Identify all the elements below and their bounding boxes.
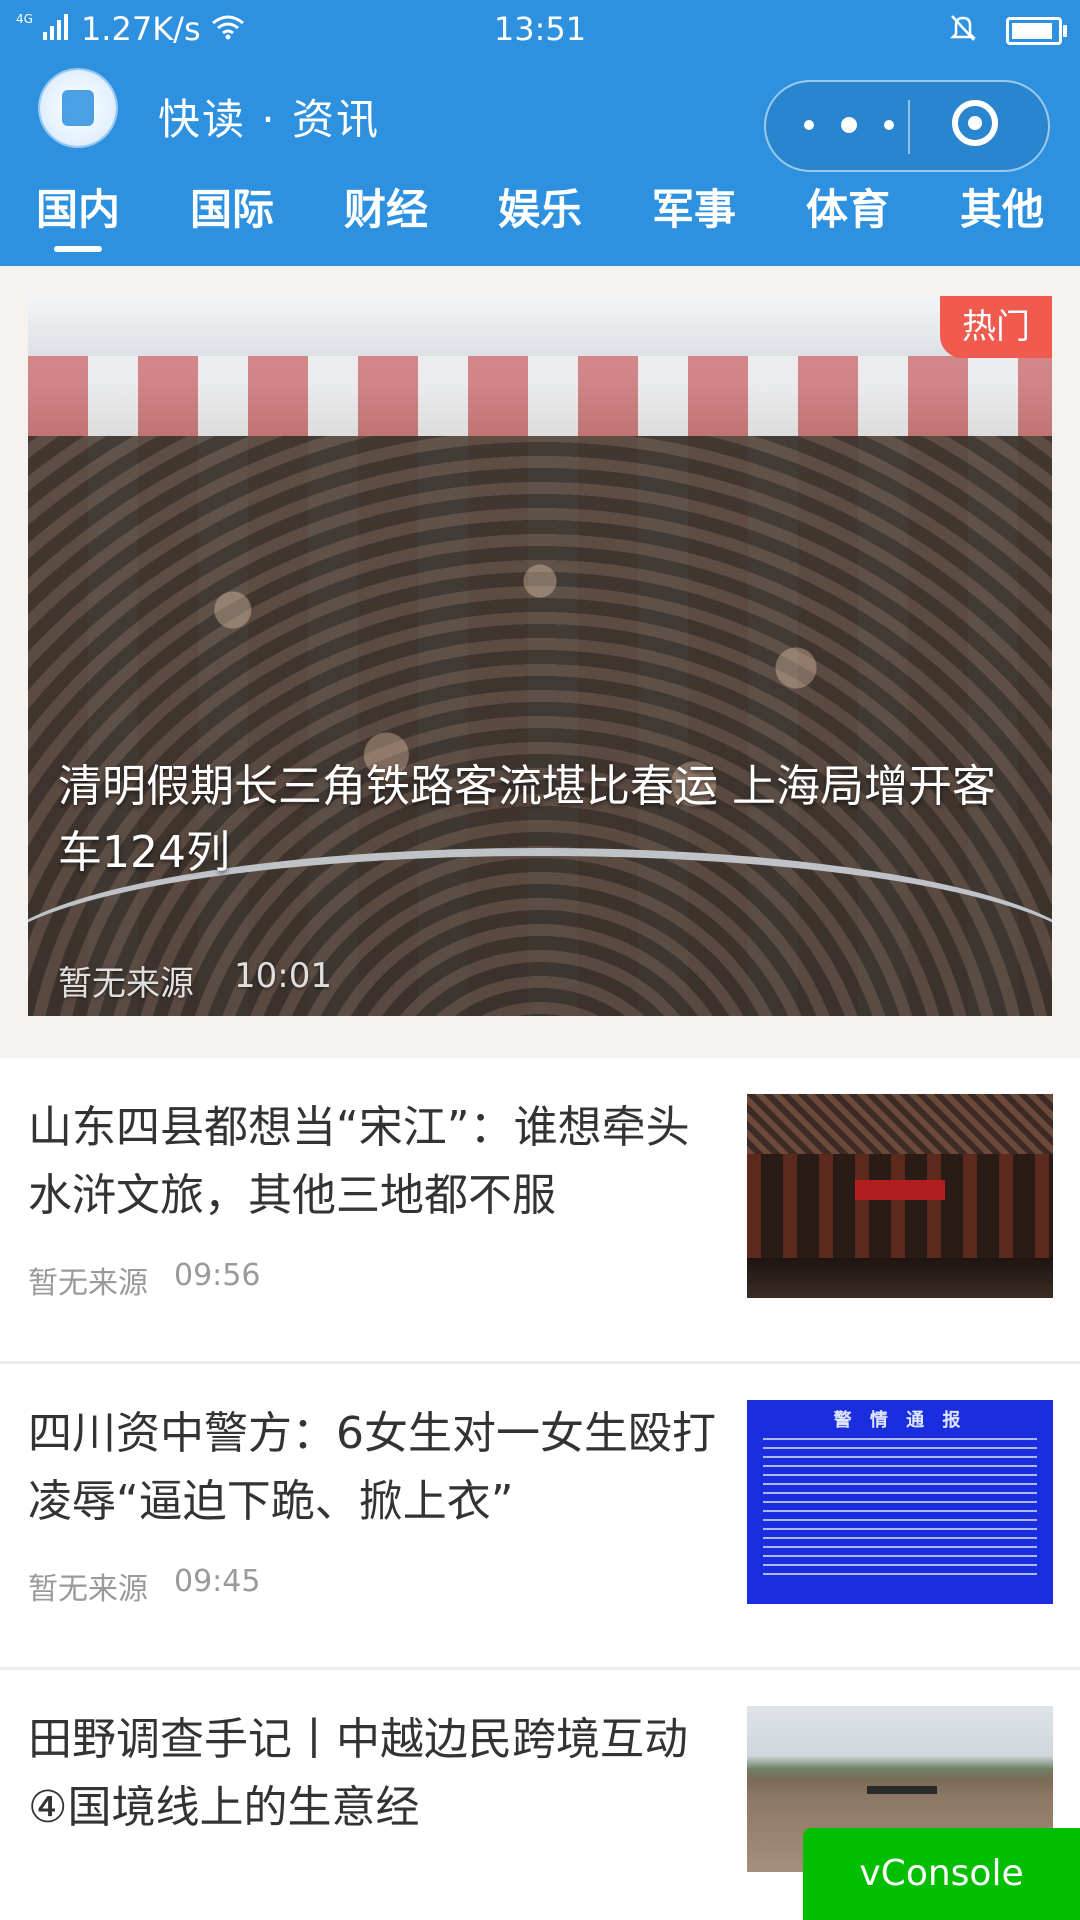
tab-label: 财经 — [343, 185, 428, 234]
news-title: 四川资中警方：6女生对一女生殴打凌辱“逼迫下跪、掀上衣” — [28, 1408, 716, 1527]
hero-source: 暂无来源 — [58, 964, 194, 1004]
tab-domestic[interactable]: 国内 — [18, 176, 138, 252]
battery-icon — [1006, 17, 1067, 45]
news-source: 暂无来源 — [28, 1266, 148, 1301]
more-dots-icon[interactable] — [804, 110, 894, 140]
mute-icon — [948, 12, 978, 50]
tab-label: 国际 — [189, 185, 274, 234]
news-meta: 暂无来源 09:56 — [28, 1258, 260, 1302]
tab-international[interactable]: 国际 — [172, 176, 292, 237]
app-title: 快读 · 资讯 — [158, 95, 381, 144]
clock: 13:51 — [493, 10, 587, 48]
news-title: 田野调查手记丨中越边民跨境互动④国境线上的生意经 — [28, 1714, 688, 1833]
news-time: 09:45 — [174, 1564, 261, 1599]
hero-news-card[interactable]: 热门 清明假期长三角铁路客流堪比春运 上海局增开客车124列 暂无来源 10:0… — [28, 296, 1052, 1016]
status-bar: 4G 1.27K/s 13:51 — [0, 0, 1080, 58]
target-icon[interactable] — [952, 100, 998, 146]
app-header: 快读 · 资讯 国内 国际 财经 娱乐 军事 体育 其他 — [0, 58, 1080, 266]
tab-entertainment[interactable]: 娱乐 — [480, 176, 600, 237]
hero-meta: 暂无来源 10:01 — [58, 956, 332, 1005]
vconsole-button[interactable]: vConsole — [803, 1828, 1080, 1920]
capsule-divider — [908, 100, 910, 154]
news-title: 山东四县都想当“宋江”：谁想牵头水浒文旅，其他三地都不服 — [28, 1102, 690, 1221]
tab-label: 其他 — [959, 185, 1044, 234]
news-meta: 暂无来源 09:45 — [28, 1564, 260, 1608]
app-logo-icon — [40, 70, 116, 146]
hero-section: 热门 清明假期长三角铁路客流堪比春运 上海局增开客车124列 暂无来源 10:0… — [0, 266, 1080, 1058]
thumbnail-heading: 警 情 通 报 — [833, 1410, 967, 1431]
tab-label: 军事 — [651, 185, 736, 234]
hot-badge: 热门 — [940, 296, 1052, 358]
tab-finance[interactable]: 财经 — [326, 176, 446, 237]
hero-image-ceiling — [28, 296, 1052, 356]
tab-label: 娱乐 — [497, 185, 582, 234]
news-time: 09:56 — [174, 1258, 261, 1293]
news-source: 暂无来源 — [28, 1572, 148, 1607]
active-tab-indicator — [54, 246, 102, 252]
news-list-item[interactable]: 山东四县都想当“宋江”：谁想牵头水浒文旅，其他三地都不服 暂无来源 09:56 — [0, 1058, 1080, 1364]
tab-label: 体育 — [805, 185, 890, 234]
category-tabs: 国内 国际 财经 娱乐 军事 体育 其他 — [0, 176, 1080, 256]
status-right — [948, 12, 1067, 50]
tab-label: 国内 — [35, 185, 120, 234]
news-thumbnail — [747, 1094, 1053, 1298]
hero-time: 10:01 — [234, 956, 332, 996]
tab-military[interactable]: 军事 — [634, 176, 754, 237]
news-thumbnail: 警 情 通 报 — [747, 1400, 1053, 1604]
tab-other[interactable]: 其他 — [942, 176, 1062, 237]
mini-program-capsule — [764, 80, 1050, 172]
news-list-item[interactable]: 四川资中警方：6女生对一女生殴打凌辱“逼迫下跪、掀上衣” 暂无来源 09:45 … — [0, 1364, 1080, 1670]
hero-title: 清明假期长三角铁路客流堪比春运 上海局增开客车124列 — [58, 761, 996, 878]
tab-sports[interactable]: 体育 — [788, 176, 908, 237]
